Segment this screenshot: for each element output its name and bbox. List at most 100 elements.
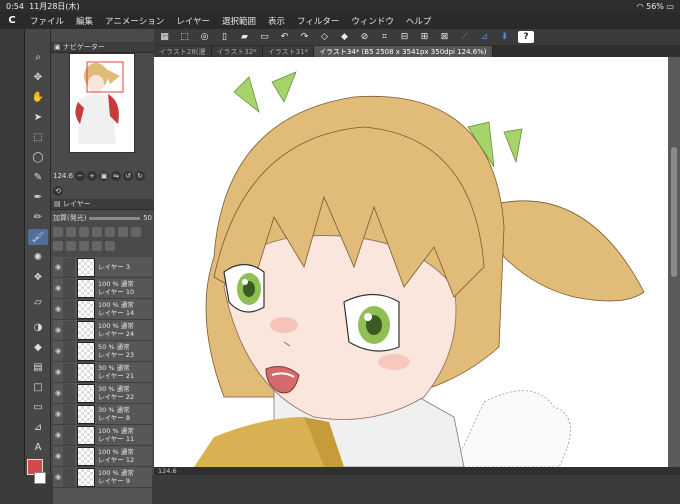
eye-icon[interactable]: ◉ — [53, 326, 63, 334]
layer-check[interactable] — [63, 341, 75, 361]
eye-icon[interactable]: ◉ — [53, 368, 63, 376]
snap-special-icon[interactable]: ⊠ — [438, 31, 451, 43]
pencil-tool-icon[interactable]: ✏ — [28, 209, 48, 225]
airbrush-tool-icon[interactable]: ✺ — [28, 249, 48, 265]
ruler-tool-icon[interactable]: ⊿ — [28, 419, 48, 435]
figure-tool-icon[interactable]: □ — [28, 379, 48, 395]
menu-file[interactable]: ファイル — [24, 15, 70, 27]
menu-selection[interactable]: 選択範囲 — [216, 15, 262, 27]
snap-ruler-icon[interactable]: ⊟ — [398, 31, 411, 43]
zoom-out-icon[interactable]: − — [75, 170, 86, 181]
blend-mode-select[interactable]: 加算(発光) — [53, 213, 86, 223]
layer-row[interactable]: ◉ 100 % 通常 レイヤー 24 — [53, 320, 152, 341]
brush-tool-icon[interactable]: 🖌 — [28, 229, 48, 245]
menu-edit[interactable]: 編集 — [70, 15, 99, 27]
reference-icon[interactable] — [66, 226, 76, 237]
eye-icon[interactable]: ◉ — [53, 263, 63, 271]
menu-view[interactable]: 表示 — [262, 15, 291, 27]
zoom-tool-icon[interactable]: ⌕ — [28, 49, 48, 65]
menu-layer[interactable]: レイヤー — [170, 15, 216, 27]
crop-icon[interactable]: ⌗ — [378, 31, 391, 43]
merge-icon[interactable] — [66, 241, 76, 252]
eye-icon[interactable]: ◉ — [53, 473, 63, 481]
eye-icon[interactable]: ◉ — [53, 284, 63, 292]
layer-row[interactable]: ◉ 100 % 通常 レイヤー 14 — [53, 299, 152, 320]
trash-icon[interactable] — [105, 241, 115, 252]
layer-check[interactable] — [63, 425, 75, 445]
fill-tool-icon[interactable]: ◆ — [28, 339, 48, 355]
layer-check[interactable] — [63, 467, 75, 487]
text-tool-icon[interactable]: A — [28, 439, 48, 455]
mask-add-icon[interactable] — [79, 241, 89, 252]
selection-tool-icon[interactable]: ⬚ — [28, 129, 48, 145]
sub-color-swatch[interactable] — [34, 472, 46, 484]
rotate-right-icon[interactable]: ↻ — [135, 170, 146, 181]
grid-menu-icon[interactable]: ▦ — [158, 31, 171, 43]
layer-row[interactable]: ◉ 100 % 通常 レイヤー 11 — [53, 425, 152, 446]
eye-icon[interactable]: ◉ — [53, 347, 63, 355]
new-folder-icon[interactable] — [53, 241, 63, 252]
decoration-tool-icon[interactable]: ❖ — [28, 269, 48, 285]
perspective-icon[interactable]: ⊿ — [478, 31, 491, 43]
layer-row[interactable]: ◉ 100 % 通常 レイヤー 10 — [53, 278, 152, 299]
open-file-icon[interactable]: ▰ — [238, 31, 251, 43]
eye-icon[interactable]: ◉ — [53, 305, 63, 313]
layer-check[interactable] — [63, 257, 75, 277]
app-logo-icon[interactable]: C — [0, 15, 24, 26]
drawing-canvas[interactable] — [154, 57, 668, 467]
select-all-icon[interactable]: ⬚ — [178, 31, 191, 43]
canvas-vertical-scrollbar[interactable] — [668, 57, 680, 467]
layer-row[interactable]: ◉ 30 % 通常 レイヤー 21 — [53, 362, 152, 383]
layer-check[interactable] — [63, 404, 75, 424]
redo-icon[interactable]: ↷ — [298, 31, 311, 43]
eye-icon[interactable]: ◉ — [53, 452, 63, 460]
layer-row[interactable]: ◉ 50 % 通常 レイヤー 23 — [53, 341, 152, 362]
opacity-slider[interactable] — [89, 216, 141, 220]
snap-ruler-active-icon[interactable]: ⟋ — [458, 31, 471, 43]
tab-document-active[interactable]: イラスト34* (B5 2508 x 3541px 350dpi 124.6%) — [314, 46, 493, 57]
operation-tool-icon[interactable]: ➤ — [28, 109, 48, 125]
menu-help[interactable]: ヘルプ — [400, 15, 438, 27]
menu-window[interactable]: ウィンドウ — [345, 15, 400, 27]
eyedropper-tool-icon[interactable]: ✎ — [28, 169, 48, 185]
blend-tool-icon[interactable]: ◑ — [28, 319, 48, 335]
eye-icon[interactable]: ◉ — [53, 431, 63, 439]
layer-check[interactable] — [63, 320, 75, 340]
layer-row[interactable]: ◉ 30 % 通常 レイヤー 8 — [53, 404, 152, 425]
clip-icon[interactable] — [53, 226, 63, 237]
eye-icon[interactable]: ◉ — [53, 389, 63, 397]
zoom-in-icon[interactable]: + — [87, 170, 98, 181]
snap-grid-icon[interactable]: ⊞ — [418, 31, 431, 43]
menu-animation[interactable]: アニメーション — [99, 15, 170, 27]
undo-icon[interactable]: ↶ — [278, 31, 291, 43]
tab-document-2[interactable]: イラスト32* — [211, 46, 263, 57]
draft-icon[interactable] — [79, 226, 89, 237]
fit-view-icon[interactable]: ▣ — [99, 170, 110, 181]
lock-alpha-icon[interactable] — [105, 226, 115, 237]
move-tool-icon[interactable]: ✥ — [28, 69, 48, 85]
layer-row[interactable]: ◉ 30 % 通常 レイヤー 22 — [53, 383, 152, 404]
flip-horizontal-icon[interactable]: ⇋ — [111, 170, 122, 181]
navigator-preview[interactable] — [69, 53, 135, 153]
tab-document-3[interactable]: イラスト31* — [262, 46, 315, 57]
menu-filter[interactable]: フィルター — [291, 15, 345, 27]
fill-icon[interactable]: ◆ — [338, 31, 351, 43]
lock-icon[interactable] — [92, 226, 102, 237]
layer-check[interactable] — [63, 362, 75, 382]
layer-check[interactable] — [63, 383, 75, 403]
rotate-left-icon[interactable]: ↺ — [123, 170, 134, 181]
deselect-icon[interactable]: ⊘ — [358, 31, 371, 43]
download-icon[interactable]: ⬇ — [498, 31, 511, 43]
reset-rotation-icon[interactable]: ⟲ — [53, 185, 63, 196]
clear-icon[interactable]: ◇ — [318, 31, 331, 43]
eraser-tool-icon[interactable]: ▱ — [28, 294, 48, 310]
scrollbar-thumb[interactable] — [671, 147, 677, 277]
layer-row[interactable]: ◉ 100 % 通常 レイヤー 12 — [53, 446, 152, 467]
help-icon[interactable]: ? — [518, 31, 534, 43]
duplicate-icon[interactable] — [92, 241, 102, 252]
tab-document-1[interactable]: イラスト28(漫 — [154, 46, 212, 57]
layer-row[interactable]: ◉ 100 % 通常 レイヤー 9 — [53, 467, 152, 488]
gradient-tool-icon[interactable]: ▤ — [28, 359, 48, 375]
pen-tool-icon[interactable]: ✒ — [28, 189, 48, 205]
new-layer-icon[interactable] — [131, 226, 141, 237]
